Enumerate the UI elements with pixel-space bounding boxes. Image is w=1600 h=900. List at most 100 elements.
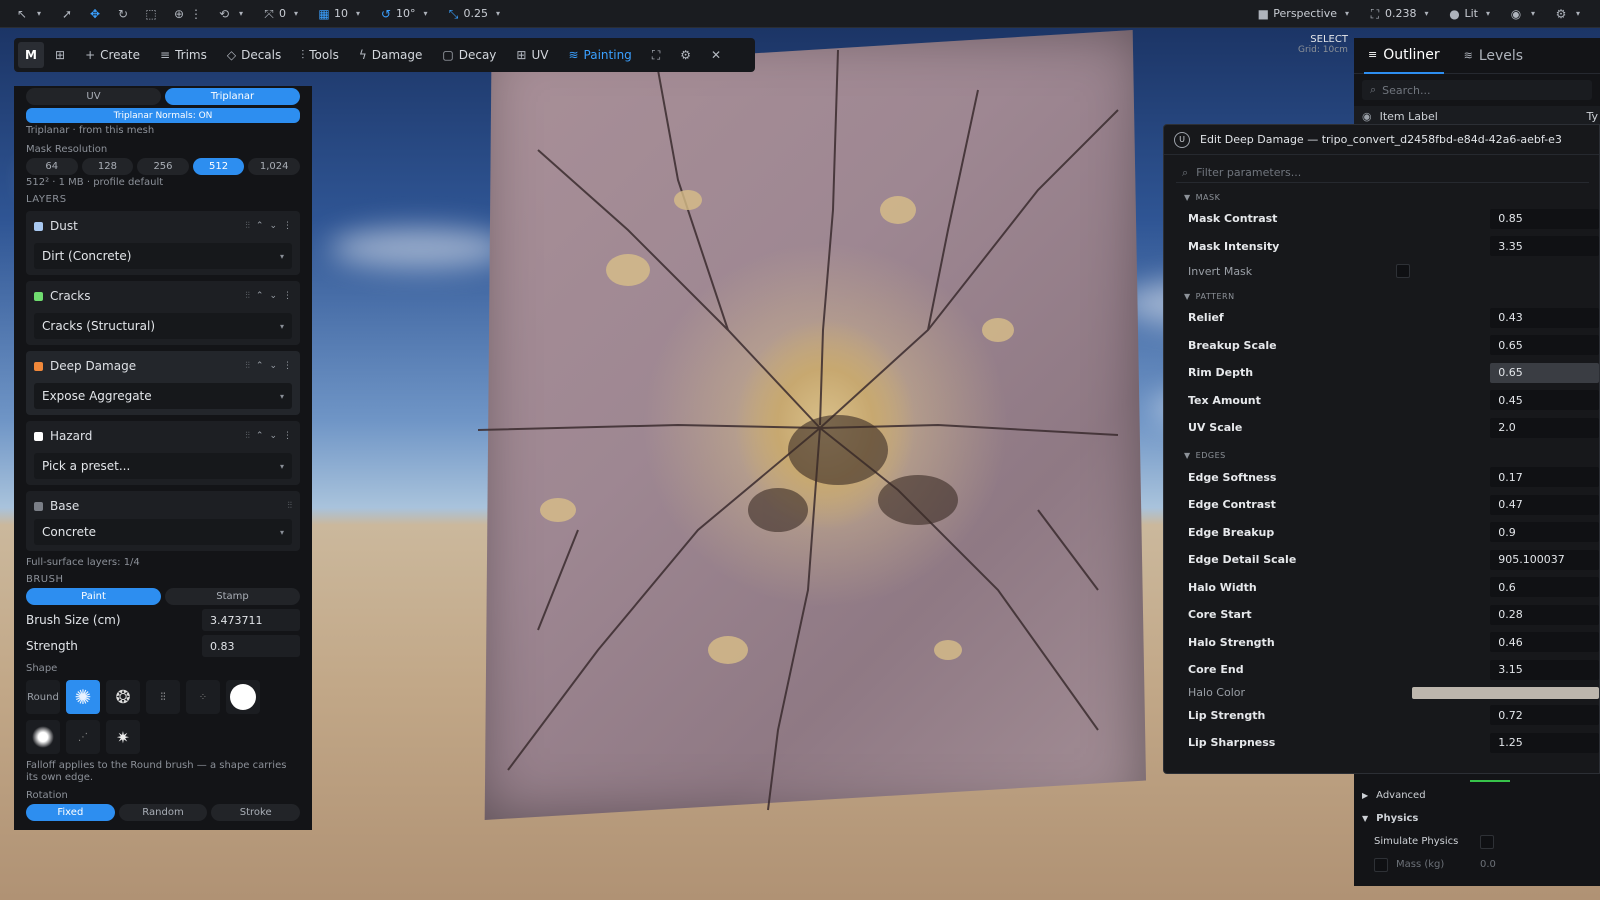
- advanced-section[interactable]: ▶ Advanced: [1354, 784, 1600, 807]
- settings-button[interactable]: ⚙: [671, 42, 700, 68]
- select-arrow-button[interactable]: ➚: [53, 0, 81, 28]
- filter-icon[interactable]: ⫶⫶: [245, 361, 250, 371]
- world-space-button[interactable]: ⊕ ⋮: [165, 0, 210, 28]
- painting-button[interactable]: ≋ Painting: [559, 42, 640, 68]
- more-vertical-icon[interactable]: ⋮: [283, 361, 292, 371]
- filter-input[interactable]: Filter parameters...: [1196, 166, 1301, 179]
- section-edges[interactable]: ▼ EDGES: [1164, 448, 1599, 464]
- halo-color-swatch[interactable]: [1411, 686, 1599, 699]
- shape-soft-circle[interactable]: [26, 720, 60, 754]
- filter-icon[interactable]: ⫶⫶: [245, 221, 250, 231]
- rotate-tool-button[interactable]: ↻: [109, 0, 137, 28]
- filter-icon[interactable]: ⫶⫶: [245, 431, 250, 441]
- param-value-input[interactable]: 0.46: [1490, 632, 1599, 653]
- perspective-dropdown[interactable]: ■ Perspective ▾: [1249, 0, 1361, 28]
- mapping-uv-button[interactable]: UV: [26, 88, 161, 105]
- param-value-input[interactable]: 3.15: [1490, 659, 1599, 680]
- decals-button[interactable]: ◇ Decals: [218, 42, 290, 68]
- tab-outliner[interactable]: ≡ Outliner: [1364, 38, 1444, 74]
- scale-tool-button[interactable]: ⬚: [137, 0, 165, 28]
- rotation-random-button[interactable]: Random: [118, 804, 208, 821]
- layer-preset-dropdown[interactable]: Cracks (Structural) ▾: [34, 313, 292, 339]
- shape-streaks[interactable]: ⫶⫶: [146, 680, 180, 714]
- move-tool-button[interactable]: ✥: [81, 0, 109, 28]
- shape-splatter[interactable]: ✺: [66, 680, 100, 714]
- chevron-down-icon[interactable]: ⌄: [269, 221, 277, 231]
- physics-section[interactable]: ▼ Physics: [1354, 807, 1600, 830]
- decay-button[interactable]: ▢ Decay: [433, 42, 505, 68]
- brush-paint-button[interactable]: Paint: [26, 588, 161, 605]
- resolution-option[interactable]: 64: [26, 158, 78, 175]
- tab-levels[interactable]: ≋ Levels: [1460, 38, 1527, 74]
- brush-stamp-button[interactable]: Stamp: [165, 588, 300, 605]
- resolution-option[interactable]: 1,024: [248, 158, 300, 175]
- shape-dots[interactable]: ⁘: [186, 680, 220, 714]
- layer-preset-dropdown[interactable]: Dirt (Concrete) ▾: [34, 243, 292, 269]
- rotation-snap-dropdown[interactable]: ⤧ 0 ▾: [255, 0, 310, 28]
- outliner-search[interactable]: ⌕ Search...: [1362, 80, 1592, 100]
- parameter-filter[interactable]: ⌕ Filter parameters...: [1176, 163, 1589, 183]
- param-value-input[interactable]: 0.6: [1490, 577, 1599, 598]
- trims-button[interactable]: ≡ Trims: [151, 42, 216, 68]
- search-input[interactable]: Search...: [1382, 84, 1430, 97]
- eye-icon[interactable]: ◉: [1362, 110, 1372, 123]
- triplanar-normals-toggle[interactable]: Triplanar Normals: ON: [26, 108, 300, 123]
- rotation-fixed-button[interactable]: Fixed: [26, 804, 115, 821]
- param-value-input[interactable]: 0.45: [1490, 390, 1599, 411]
- scale-snap-dropdown[interactable]: ⤡ 0.25 ▾: [440, 0, 513, 28]
- more-vertical-icon[interactable]: ⋮: [283, 291, 292, 301]
- grid-snap-dropdown[interactable]: ▦ 10 ▾: [310, 0, 372, 28]
- chevron-up-icon[interactable]: ⌃: [256, 431, 264, 441]
- param-value-input[interactable]: 2.0: [1490, 417, 1599, 438]
- brush-size-input[interactable]: 3.473711: [202, 609, 300, 631]
- create-button[interactable]: + Create: [76, 42, 149, 68]
- shape-round[interactable]: Round: [26, 680, 60, 714]
- uv-button[interactable]: ⊞ UV: [507, 42, 557, 68]
- layer-preset-dropdown[interactable]: Concrete ▾: [34, 519, 292, 545]
- filter-icon[interactable]: ⫶⫶: [287, 501, 292, 511]
- param-value-input[interactable]: 0.65: [1490, 362, 1599, 383]
- layer-dust[interactable]: Dust ⫶⫶ ⌃ ⌄ ⋮ Dirt (Concrete) ▾: [26, 211, 300, 275]
- close-button[interactable]: ✕: [702, 42, 730, 68]
- section-mask[interactable]: ▼ MASK: [1164, 189, 1599, 205]
- param-value-input[interactable]: 0.17: [1490, 467, 1599, 488]
- tools-button[interactable]: ⫶ Tools: [292, 42, 348, 68]
- more-vertical-icon[interactable]: ⋮: [283, 431, 292, 441]
- param-value-input[interactable]: 0.47: [1490, 494, 1599, 515]
- strength-input[interactable]: 0.83: [202, 635, 300, 657]
- expand-button[interactable]: ⛶: [643, 42, 669, 68]
- layer-base[interactable]: Base ⫶⫶ Concrete ▾: [26, 491, 300, 551]
- lit-mode-dropdown[interactable]: ● Lit ▾: [1441, 0, 1503, 28]
- param-value-input[interactable]: 0.85: [1490, 208, 1599, 229]
- angle-snap-dropdown[interactable]: ↺ 10° ▾: [372, 0, 440, 28]
- layer-deep-damage[interactable]: Deep Damage ⫶⫶ ⌃ ⌄ ⋮ Expose Aggregate ▾: [26, 351, 300, 415]
- section-pattern[interactable]: ▼ PATTERN: [1164, 288, 1599, 304]
- layer-hazard[interactable]: Hazard ⫶⫶ ⌃ ⌄ ⋮ Pick a preset... ▾: [26, 421, 300, 485]
- chevron-up-icon[interactable]: ⌃: [256, 221, 264, 231]
- rotation-stroke-button[interactable]: Stroke: [211, 804, 301, 821]
- chevron-down-icon[interactable]: ⌄: [269, 361, 277, 371]
- param-value-input[interactable]: 3.35: [1490, 236, 1599, 257]
- mass-override-checkbox[interactable]: [1374, 857, 1388, 872]
- layer-preset-dropdown[interactable]: Expose Aggregate ▾: [34, 383, 292, 409]
- chevron-down-icon[interactable]: ⌄: [269, 431, 277, 441]
- camera-speed-dropdown[interactable]: ⛶ 0.238 ▾: [1361, 0, 1441, 28]
- surface-snap-button[interactable]: ⟲ ▾: [210, 0, 255, 28]
- type-column[interactable]: Ty: [1586, 110, 1600, 123]
- param-value-input[interactable]: 0.43: [1490, 307, 1599, 328]
- filter-icon[interactable]: ⫶⫶: [245, 291, 250, 301]
- shape-scratches[interactable]: ⋰: [66, 720, 100, 754]
- modeling-m-button[interactable]: M: [18, 42, 44, 68]
- param-value-input[interactable]: 905.100037: [1490, 549, 1599, 570]
- chevron-down-icon[interactable]: ⌄: [269, 291, 277, 301]
- param-value-input[interactable]: 0.65: [1490, 335, 1599, 356]
- simulate-physics-checkbox[interactable]: [1480, 834, 1494, 849]
- select-tool-dropdown[interactable]: ↖ ▾: [8, 0, 53, 28]
- viewport-settings-dropdown[interactable]: ⚙ ▾: [1547, 0, 1592, 28]
- param-value-input[interactable]: 0.28: [1490, 604, 1599, 625]
- shape-burst[interactable]: ✷: [106, 720, 140, 754]
- mass-value[interactable]: 0.0: [1480, 859, 1496, 870]
- param-value-input[interactable]: 0.9: [1490, 522, 1599, 543]
- shape-rings[interactable]: ❂: [106, 680, 140, 714]
- resolution-option[interactable]: 256: [137, 158, 189, 175]
